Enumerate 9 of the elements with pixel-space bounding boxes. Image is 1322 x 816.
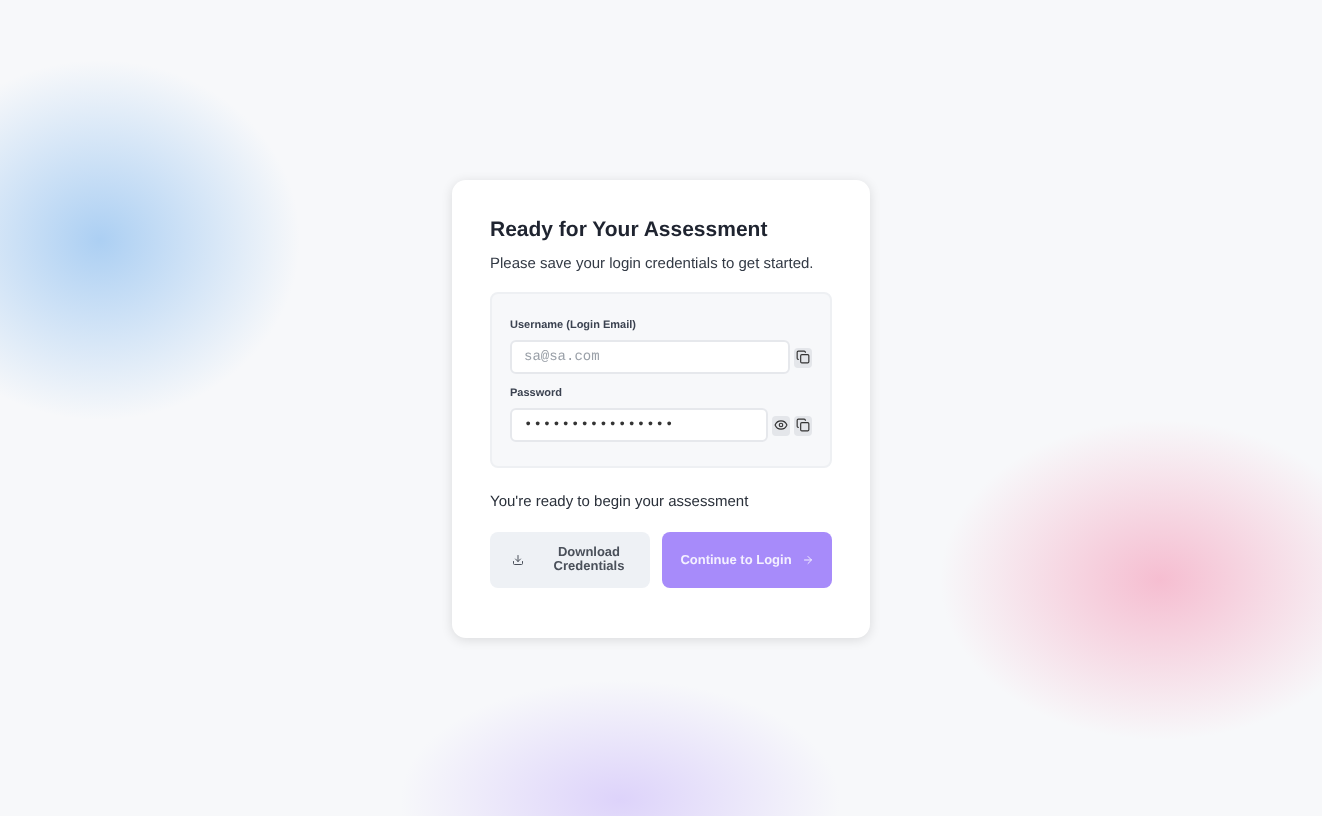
arrow-right-icon xyxy=(801,554,814,566)
copy-icon xyxy=(796,350,810,364)
eye-icon xyxy=(774,418,788,432)
show-password-button[interactable] xyxy=(772,415,790,435)
copy-button[interactable] xyxy=(794,415,812,435)
download-icon xyxy=(511,554,523,566)
copy-button[interactable] xyxy=(794,347,812,367)
copy-icon xyxy=(796,418,810,432)
card-title: Ready for Your Assessment xyxy=(490,218,770,242)
